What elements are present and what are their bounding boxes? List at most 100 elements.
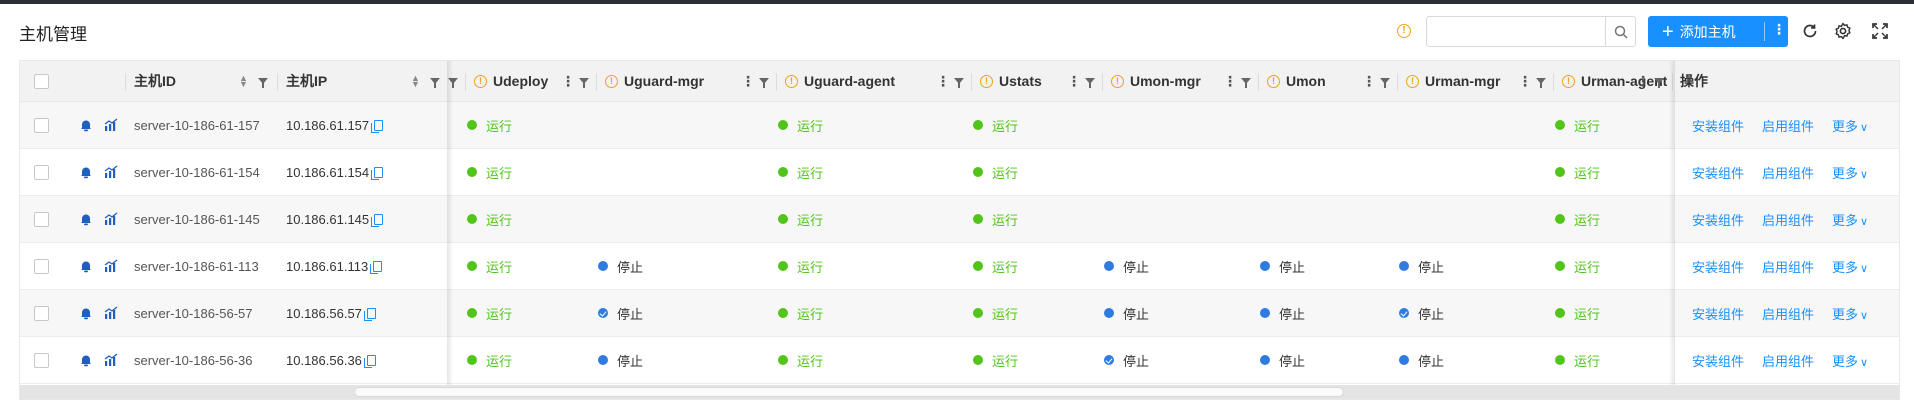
table-row[interactable]: server-10-186-56-36 10.186.56.36 运行 停止 运行 运行 停…: [20, 337, 1899, 384]
filter-icon[interactable]: [1380, 61, 1390, 101]
column-menu-icon[interactable]: ⋮: [1636, 61, 1650, 101]
filter-icon[interactable]: [579, 61, 589, 101]
info-icon[interactable]: !: [980, 74, 993, 88]
install-component-link[interactable]: 安装组件: [1692, 351, 1744, 370]
info-icon[interactable]: !: [1267, 74, 1280, 88]
copy-icon[interactable]: [371, 213, 384, 227]
fullscreen-icon[interactable]: [1871, 22, 1889, 40]
add-host-button[interactable]: + 添加主机 ⋮: [1648, 16, 1788, 47]
enable-component-link[interactable]: 启用组件: [1762, 163, 1814, 182]
column-menu-icon[interactable]: ⋮: [1067, 61, 1081, 101]
filter-icon[interactable]: [1085, 61, 1095, 101]
search-button[interactable]: [1606, 16, 1636, 47]
scrollbar-thumb[interactable]: [354, 387, 1344, 397]
table-row[interactable]: server-10-186-61-154 10.186.61.154 运行 运行 运行 运…: [20, 149, 1899, 196]
column-menu-icon[interactable]: ⋮: [741, 61, 755, 101]
filter-icon[interactable]: [1654, 61, 1664, 101]
table-row[interactable]: server-10-186-61-145 10.186.61.145 运行 运行 运行 运…: [20, 196, 1899, 243]
col-urman-agent[interactable]: ! Urman-agent: [1562, 61, 1667, 101]
copy-icon[interactable]: [363, 307, 376, 321]
monitor-chart-icon[interactable]: [104, 243, 119, 289]
table-row[interactable]: server-10-186-56-57 10.186.56.57 运行 停止 运行 运行 停…: [20, 290, 1899, 337]
install-component-link[interactable]: 安装组件: [1692, 116, 1744, 135]
info-icon[interactable]: !: [785, 74, 798, 88]
host-ip: 10.186.61.154: [286, 164, 370, 180]
info-icon[interactable]: !: [1562, 74, 1575, 88]
enable-component-link[interactable]: 启用组件: [1762, 304, 1814, 323]
col-host-ip[interactable]: 主机IP: [286, 61, 327, 101]
info-icon[interactable]: !: [1397, 24, 1411, 38]
alarm-icon[interactable]: [79, 243, 93, 289]
install-component-link[interactable]: 安装组件: [1692, 210, 1744, 229]
monitor-chart-icon[interactable]: [104, 149, 119, 195]
enable-component-link[interactable]: 启用组件: [1762, 116, 1814, 135]
enable-component-link[interactable]: 启用组件: [1762, 210, 1814, 229]
col-uguard-agent[interactable]: ! Uguard-agent: [785, 61, 895, 101]
install-component-link[interactable]: 安装组件: [1692, 304, 1744, 323]
col-udeploy[interactable]: ! Udeploy: [474, 61, 548, 101]
col-ustats[interactable]: ! Ustats: [980, 61, 1042, 101]
status-dot-icon: [1399, 355, 1409, 365]
more-actions-dropdown[interactable]: 更多 ∨: [1832, 116, 1868, 135]
filter-icon[interactable]: [430, 61, 440, 101]
info-icon[interactable]: !: [1406, 74, 1419, 88]
add-host-more-button[interactable]: ⋮: [1772, 21, 1786, 38]
install-component-link[interactable]: 安装组件: [1692, 163, 1744, 182]
column-menu-icon[interactable]: ⋮: [1518, 61, 1532, 101]
more-actions-dropdown[interactable]: 更多 ∨: [1832, 351, 1868, 370]
refresh-icon[interactable]: [1801, 22, 1819, 40]
monitor-chart-icon[interactable]: [104, 290, 119, 336]
row-checkbox[interactable]: [34, 352, 49, 368]
row-checkbox[interactable]: [34, 164, 49, 180]
column-menu-icon[interactable]: ⋮: [936, 61, 950, 101]
select-all-checkbox[interactable]: [34, 73, 49, 89]
row-checkbox[interactable]: [34, 211, 49, 227]
col-umon[interactable]: ! Umon: [1267, 61, 1326, 101]
col-host-id[interactable]: 主机ID: [134, 61, 176, 101]
more-actions-dropdown[interactable]: 更多 ∨: [1832, 163, 1868, 182]
alarm-icon[interactable]: [79, 102, 93, 148]
horizontal-scrollbar[interactable]: [20, 385, 1899, 399]
row-checkbox[interactable]: [34, 305, 49, 321]
info-icon[interactable]: !: [474, 74, 487, 88]
alarm-icon[interactable]: [79, 149, 93, 195]
monitor-chart-icon[interactable]: [104, 337, 119, 383]
column-menu-icon[interactable]: ⋮: [561, 61, 575, 101]
table-row[interactable]: server-10-186-61-157 10.186.61.157 运行 运行 运行 运…: [20, 102, 1899, 149]
filter-icon[interactable]: [954, 61, 964, 101]
sort-icon[interactable]: ▲ ▼: [239, 61, 248, 101]
filter-icon[interactable]: [1241, 61, 1251, 101]
copy-icon[interactable]: [371, 166, 384, 180]
filter-icon[interactable]: [759, 61, 769, 101]
row-checkbox[interactable]: [34, 258, 49, 274]
alarm-icon[interactable]: [79, 290, 93, 336]
sort-icon[interactable]: ▲ ▼: [411, 61, 420, 101]
monitor-chart-icon[interactable]: [104, 102, 119, 148]
status-badge: 运行: [467, 210, 512, 229]
info-icon[interactable]: !: [605, 74, 618, 88]
row-checkbox[interactable]: [34, 117, 49, 133]
filter-icon[interactable]: [258, 61, 268, 101]
info-icon[interactable]: !: [1111, 74, 1124, 88]
copy-icon[interactable]: [371, 119, 384, 133]
more-actions-dropdown[interactable]: 更多 ∨: [1832, 257, 1868, 276]
column-menu-icon[interactable]: ⋮: [1362, 61, 1376, 101]
copy-icon[interactable]: [363, 354, 376, 368]
more-actions-dropdown[interactable]: 更多 ∨: [1832, 210, 1868, 229]
col-uguard-mgr[interactable]: ! Uguard-mgr: [605, 61, 704, 101]
col-umon-mgr[interactable]: ! Umon-mgr: [1111, 61, 1201, 101]
monitor-chart-icon[interactable]: [104, 196, 119, 242]
col-urman-mgr[interactable]: ! Urman-mgr: [1406, 61, 1500, 101]
alarm-icon[interactable]: [79, 196, 93, 242]
column-menu-icon[interactable]: ⋮: [1223, 61, 1237, 101]
settings-icon[interactable]: [1834, 22, 1852, 40]
alarm-icon[interactable]: [79, 337, 93, 383]
table-row[interactable]: server-10-186-61-113 10.186.61.113 运行 停止 运行 运…: [20, 243, 1899, 290]
copy-icon[interactable]: [370, 260, 383, 274]
enable-component-link[interactable]: 启用组件: [1762, 257, 1814, 276]
filter-icon[interactable]: [1536, 61, 1546, 101]
more-actions-dropdown[interactable]: 更多 ∨: [1832, 304, 1868, 323]
install-component-link[interactable]: 安装组件: [1692, 257, 1744, 276]
search-input[interactable]: [1426, 16, 1606, 47]
enable-component-link[interactable]: 启用组件: [1762, 351, 1814, 370]
